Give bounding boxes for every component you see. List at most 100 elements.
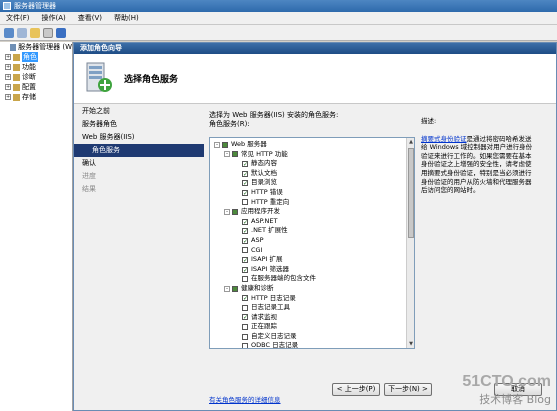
expand-icon[interactable]: + [5,74,11,80]
service-checkbox[interactable]: ✓ [242,314,248,321]
service-label: 正在跟踪 [251,322,277,331]
wizard-step[interactable]: 确认 [74,157,204,170]
service-checkbox[interactable] [242,304,248,311]
role-service-item[interactable]: - Web 服务器 [214,140,414,150]
service-checkbox[interactable] [232,208,238,215]
service-checkbox[interactable] [242,276,248,283]
tree-node-icon [9,43,17,51]
wizard-step[interactable]: 开始之前 [74,105,204,118]
menu-view[interactable]: 查看(V) [78,13,102,23]
wizard-step[interactable]: 角色服务 [74,144,204,157]
service-checkbox[interactable]: ✓ [242,266,248,273]
role-service-item[interactable]: - 常见 HTTP 功能 [214,150,414,160]
description-link[interactable]: 摘要式身份验证 [421,135,467,143]
menu-help[interactable]: 帮助(H) [114,13,139,23]
collapse-icon[interactable]: - [224,285,230,292]
service-checkbox[interactable]: ✓ [242,237,248,244]
service-label: 在服务器端的包含文件 [251,274,316,283]
role-service-item[interactable]: ✓ HTTP 错误 [214,188,414,198]
service-checkbox[interactable] [242,324,248,331]
forward-icon[interactable] [17,27,27,38]
tree-node-icon [13,73,20,81]
service-label: 默认文档 [251,168,277,177]
tree-item-label: 功能 [22,63,36,71]
collapse-icon[interactable]: - [224,151,230,158]
tree-item-label: 存储 [22,93,36,101]
show-hide-tree-icon[interactable] [43,27,53,38]
up-folder-icon[interactable] [30,27,40,38]
scrollbar-thumb[interactable] [408,148,414,238]
vertical-scrollbar[interactable]: ▲ ▼ [406,138,414,348]
wizard-steps: 开始之前 服务器角色 Web 服务器(IIS) 角色服务 确认 进度 结果 [74,105,204,375]
role-service-item[interactable]: 正在跟踪 [214,322,414,332]
role-service-item[interactable]: HTTP 重定向 [214,198,414,208]
service-label: .NET 扩展性 [251,226,288,235]
role-service-item[interactable]: ✓ 默认文档 [214,169,414,179]
tree-item[interactable]: + 功能 [0,62,72,72]
service-checkbox[interactable]: ✓ [242,228,248,235]
expand-icon[interactable]: + [5,54,11,60]
more-info-link[interactable]: 有关角色服务的详细信息 [209,394,281,404]
role-service-item[interactable]: ✓ 静态内容 [214,159,414,169]
service-checkbox[interactable] [222,141,228,148]
role-service-item[interactable]: ✓ ASP [214,236,414,246]
watermark-blog: 技术博客 Blog [479,393,551,406]
role-services-tree[interactable]: - Web 服务器 - 常见 HTTP 功能 ✓ 静态内容 ✓ 默认文档 ✓ 目录浏览 ✓ HTTP … [209,137,415,349]
role-service-item[interactable]: - 应用程序开发 [214,207,414,217]
service-checkbox[interactable]: ✓ [242,256,248,263]
menu-action[interactable]: 操作(A) [42,13,66,23]
tree-item[interactable]: 服务器管理器 (W [0,42,72,52]
service-checkbox[interactable] [242,199,248,206]
tree-node-icon [13,63,20,71]
wizard-step[interactable]: 服务器角色 [74,118,204,131]
tree-item[interactable]: + 诊断 [0,72,72,82]
expand-icon[interactable]: + [5,94,11,100]
role-service-item[interactable]: ✓ ISAPI 扩展 [214,255,414,265]
role-service-item[interactable]: ✓ ISAPI 筛选器 [214,265,414,275]
service-label: ISAPI 扩展 [251,255,283,264]
role-service-item[interactable]: ✓ ASP.NET [214,217,414,227]
service-checkbox[interactable] [232,151,238,158]
role-service-item[interactable]: ✓ 目录浏览 [214,178,414,188]
help-icon[interactable] [56,27,66,38]
role-service-item[interactable]: ✓ 请求监视 [214,313,414,323]
role-service-item[interactable]: 在服务器端的包含文件 [214,274,414,284]
tree-node-icon [13,93,20,101]
service-checkbox[interactable]: ✓ [242,180,248,187]
role-service-item[interactable]: - 健康和诊断 [214,284,414,294]
role-service-item[interactable]: ✓ HTTP 日志记录 [214,294,414,304]
role-service-item[interactable]: 日志记录工具 [214,303,414,313]
service-label: ODBC 日志记录 [251,341,299,349]
description-panel: 描述: 摘要式身份验证是通过将密码哈希发送给 Windows 域控制器对用户进行… [421,117,536,195]
collapse-icon[interactable]: - [224,208,230,215]
role-service-item[interactable]: CGI [214,246,414,256]
service-checkbox[interactable]: ✓ [242,160,248,167]
menu-file[interactable]: 文件(F) [6,13,30,23]
tree-item-label: 诊断 [22,73,36,81]
tree-item[interactable]: + 配置 [0,82,72,92]
service-checkbox[interactable] [242,247,248,254]
scroll-down-icon[interactable]: ▼ [408,340,414,348]
toolbar [0,25,557,41]
service-label: ISAPI 筛选器 [251,264,290,273]
service-checkbox[interactable] [232,285,238,292]
tree-item[interactable]: + 存储 [0,92,72,102]
service-checkbox[interactable]: ✓ [242,218,248,225]
wizard-step[interactable]: Web 服务器(IIS) [74,131,204,144]
back-icon[interactable] [4,27,14,38]
expand-icon[interactable]: + [5,64,11,70]
service-checkbox[interactable] [242,333,248,340]
tree-item[interactable]: + 角色 [0,52,72,62]
service-checkbox[interactable]: ✓ [242,189,248,196]
collapse-icon[interactable]: - [214,141,220,148]
service-checkbox[interactable]: ✓ [242,170,248,177]
previous-button[interactable]: < 上一步(P) [332,383,380,396]
role-service-item[interactable]: 自定义日志记录 [214,332,414,342]
service-checkbox[interactable] [242,343,248,348]
service-checkbox[interactable]: ✓ [242,295,248,302]
scroll-up-icon[interactable]: ▲ [408,138,414,146]
role-service-item[interactable]: ODBC 日志记录 [214,341,414,349]
role-service-item[interactable]: ✓ .NET 扩展性 [214,226,414,236]
expand-icon[interactable]: + [5,84,11,90]
next-button[interactable]: 下一步(N) > [384,383,432,396]
